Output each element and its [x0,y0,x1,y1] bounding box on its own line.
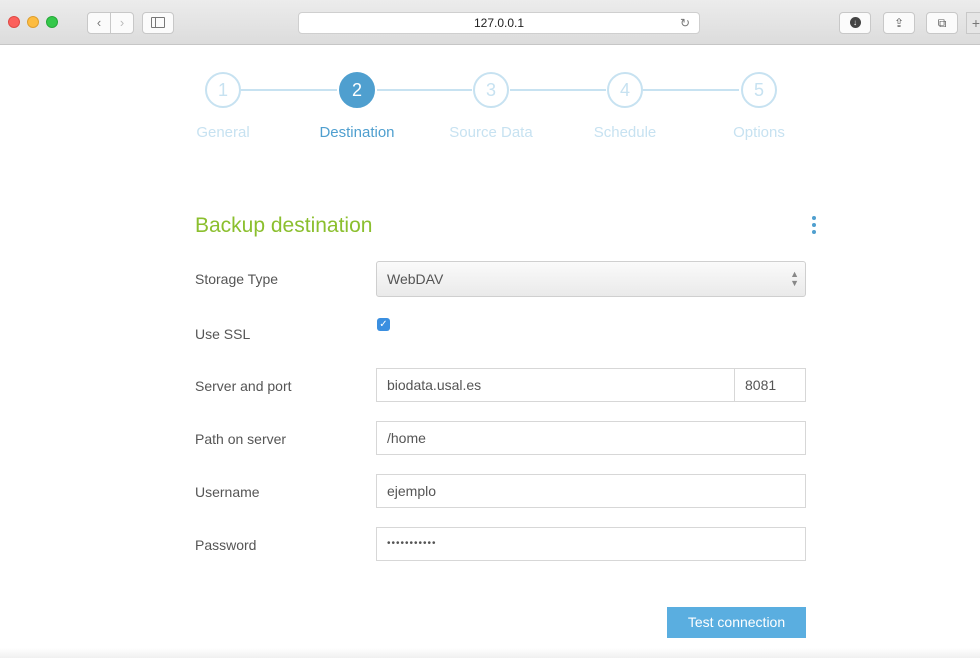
step-3-circle[interactable]: 3 [473,72,509,108]
step-connector [241,89,337,91]
use-ssl-label: Use SSL [195,326,251,342]
step-2-label[interactable]: Destination [292,124,422,141]
storage-type-select[interactable]: WebDAV ▲ ▼ [376,261,806,297]
path-input[interactable]: /home [376,421,806,455]
section-title: Backup destination [195,214,373,237]
path-label: Path on server [195,431,287,447]
step-connector [377,89,472,91]
plus-icon: + [971,15,980,31]
password-input[interactable]: ••••••••••• [376,527,806,561]
share-button[interactable]: ⇪ [883,12,915,34]
test-connection-button[interactable]: Test connection [667,607,806,638]
step-connector [643,89,739,91]
server-host-input[interactable]: biodata.usal.es [376,368,735,402]
forward-button[interactable]: › [110,12,134,34]
storage-type-label: Storage Type [195,271,279,287]
close-window-button[interactable] [8,16,20,28]
wizard-stepper: 1 2 3 4 5 General Destination Source Dat… [0,44,980,154]
server-port-input[interactable]: 8081 [734,368,806,402]
server-port-label: Server and port [195,378,292,394]
kebab-menu-icon[interactable] [810,216,818,238]
sidebar-icon [151,17,165,29]
address-bar[interactable]: 127.0.0.1 ↻ [298,12,700,34]
downloads-button[interactable]: ↓ [839,12,871,34]
reload-icon[interactable]: ↻ [680,13,690,33]
username-label: Username [195,484,260,500]
tabs-icon: ⧉ [937,16,947,30]
forward-arrow-icon: › [119,15,125,30]
footer-shadow [0,648,980,658]
step-connector [510,89,606,91]
step-5-circle[interactable]: 5 [741,72,777,108]
select-arrows-icon: ▲ ▼ [790,269,799,288]
sidebar-toggle-button[interactable] [142,12,174,34]
step-1-label[interactable]: General [158,124,288,141]
zoom-window-button[interactable] [46,16,58,28]
step-5-label[interactable]: Options [694,124,824,141]
step-4-circle[interactable]: 4 [607,72,643,108]
step-3-label[interactable]: Source Data [426,124,556,141]
back-arrow-icon: ‹ [96,15,102,30]
username-input[interactable]: ejemplo [376,474,806,508]
browser-toolbar: ‹ › 127.0.0.1 ↻ ↓ ⇪ ⧉ + [0,0,980,45]
server-host-value: biodata.usal.es [387,377,482,393]
step-2-circle[interactable]: 2 [339,72,375,108]
show-tabs-button[interactable]: ⧉ [926,12,958,34]
use-ssl-checkbox[interactable]: ✓ [377,318,390,331]
minimize-window-button[interactable] [27,16,39,28]
path-value: /home [387,430,426,446]
storage-type-value: WebDAV [387,271,444,287]
share-icon: ⇪ [893,16,905,30]
server-port-value: 8081 [745,377,777,393]
checkmark-icon: ✓ [379,319,388,330]
password-value: ••••••••••• [387,538,437,549]
download-icon: ↓ [849,17,861,29]
username-value: ejemplo [387,483,437,499]
back-button[interactable]: ‹ [87,12,111,34]
step-4-label[interactable]: Schedule [560,124,690,141]
url-text: 127.0.0.1 [473,16,525,30]
new-tab-button[interactable]: + [966,12,980,34]
password-label: Password [195,537,257,553]
step-1-circle[interactable]: 1 [205,72,241,108]
